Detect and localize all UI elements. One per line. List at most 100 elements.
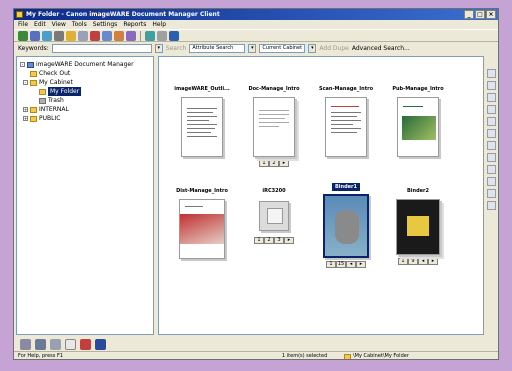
document-thumbnail[interactable]	[181, 97, 223, 157]
folder-tree: - imageWARE Document Manager Check Out -…	[16, 56, 154, 335]
document-thumbnail[interactable]	[396, 199, 440, 255]
page-navigator: 1 2 3 ▸	[239, 237, 309, 244]
annotation-app-icon[interactable]	[50, 338, 61, 350]
import-icon[interactable]	[42, 30, 52, 41]
document-item[interactable]: Binder2 1 9 ◂ ▸	[383, 187, 453, 265]
view-list-icon[interactable]	[157, 30, 167, 41]
search-button[interactable]: Search	[166, 45, 187, 52]
collapse-toggle[interactable]: -	[20, 62, 25, 67]
printer-app-icon[interactable]	[35, 338, 46, 350]
document-app-icon[interactable]	[65, 338, 76, 350]
tree-node-public[interactable]: + PUBLIC	[20, 114, 150, 123]
menu-edit[interactable]: Edit	[34, 20, 46, 29]
cabinet-icon	[30, 115, 37, 122]
tool-paste-icon[interactable]	[487, 105, 496, 114]
close-button[interactable]: ×	[486, 10, 496, 19]
search-type-select[interactable]: Attribute Search	[189, 44, 246, 53]
advanced-search-button[interactable]: Advanced Search...	[352, 45, 410, 52]
acrobat-app-icon[interactable]	[80, 338, 91, 350]
page-current[interactable]: 1	[259, 160, 269, 167]
menu-tools[interactable]: Tools	[72, 20, 87, 29]
page-total: 9	[408, 258, 418, 265]
page-current[interactable]: 1	[254, 237, 264, 244]
document-thumbnail[interactable]	[259, 201, 289, 231]
tool-export-icon[interactable]	[487, 153, 496, 162]
binder-icon[interactable]	[114, 30, 124, 41]
thumbnail-view-icon[interactable]	[169, 30, 179, 41]
tool-zoom-icon[interactable]	[487, 81, 496, 90]
search-type-dropdown-arrow[interactable]: ▾	[248, 44, 257, 53]
document-thumbnail[interactable]	[179, 199, 225, 259]
document-thumbnail[interactable]	[323, 194, 369, 258]
scope-dropdown-arrow[interactable]: ▾	[308, 44, 317, 53]
document-item[interactable]: imageWARE_Outli...	[167, 85, 237, 157]
document-item-selected[interactable]: Binder1 1 15 ◂ ▸	[311, 183, 381, 268]
properties-icon[interactable]	[78, 30, 88, 41]
refresh-icon[interactable]	[145, 30, 155, 41]
open-folder-icon[interactable]	[66, 30, 76, 41]
tool-email-icon[interactable]	[487, 165, 496, 174]
tree-node-my-cabinet[interactable]: - My Cabinet	[20, 78, 150, 87]
keywords-label: Keywords:	[18, 45, 49, 52]
page-current[interactable]: 1	[326, 261, 336, 268]
scope-select[interactable]: Current Cabinet	[259, 44, 306, 53]
tool-copy-icon[interactable]	[487, 93, 496, 102]
tool-rotate-icon[interactable]	[487, 69, 496, 78]
status-bar: For Help, press F1 1 item(s) selected \M…	[14, 351, 498, 359]
add-button[interactable]: Add Dupe	[319, 45, 348, 52]
cabinet-icon	[30, 106, 37, 113]
keywords-input[interactable]	[51, 44, 152, 53]
tree-node-internal[interactable]: + INTERNAL	[20, 105, 150, 114]
menu-bar: File Edit View Tools Settings Reports He…	[14, 20, 498, 29]
next-page-button[interactable]: ▸	[356, 261, 366, 268]
collapse-toggle[interactable]: -	[23, 80, 28, 85]
prev-page-button[interactable]: ◂	[346, 261, 356, 268]
tree-node-trash[interactable]: Trash	[20, 96, 150, 105]
delete-icon[interactable]	[90, 30, 100, 41]
document-item[interactable]: Dist-Manage_Intro	[167, 187, 237, 259]
annotate-icon[interactable]	[126, 30, 136, 41]
document-name: Scan-Manage_Intro	[318, 86, 374, 92]
print-icon[interactable]	[54, 30, 64, 41]
document-thumbnail[interactable]	[325, 97, 367, 157]
next-page-button[interactable]: ▸	[279, 160, 289, 167]
scanner-app-icon[interactable]	[20, 338, 31, 350]
document-name: imageWARE_Outli...	[174, 86, 230, 92]
expand-toggle[interactable]: +	[23, 116, 28, 121]
document-thumbnail[interactable]	[253, 97, 295, 157]
tool-split-icon[interactable]	[487, 129, 496, 138]
expand-toggle[interactable]: +	[23, 107, 28, 112]
checkout-icon[interactable]	[102, 30, 112, 41]
next-page-button[interactable]: ▸	[428, 258, 438, 265]
keywords-dropdown-arrow[interactable]: ▾	[154, 44, 163, 53]
tree-node-check-out[interactable]: Check Out	[20, 69, 150, 78]
menu-reports[interactable]: Reports	[123, 20, 146, 29]
tool-info-icon[interactable]	[487, 201, 496, 210]
tool-print-icon[interactable]	[487, 177, 496, 186]
menu-file[interactable]: File	[18, 20, 28, 29]
next-page-button[interactable]: ▸	[284, 237, 294, 244]
page-current[interactable]: 1	[398, 258, 408, 265]
tree-node-my-folder[interactable]: My Folder	[20, 87, 150, 96]
new-document-icon[interactable]	[18, 30, 28, 41]
tree-node-root[interactable]: - imageWARE Document Manager	[20, 60, 150, 69]
tool-merge-icon[interactable]	[487, 117, 496, 126]
tool-stamp-icon[interactable]	[487, 141, 496, 150]
menu-help[interactable]: Help	[152, 20, 166, 29]
document-item[interactable]: Scan-Manage_Intro	[311, 85, 381, 157]
document-item[interactable]: iRC3200 1 2 3 ▸	[239, 187, 309, 244]
folder-icon	[30, 70, 37, 77]
minimize-button[interactable]: _	[464, 10, 474, 19]
menu-view[interactable]: View	[52, 20, 66, 29]
scan-icon[interactable]	[30, 30, 40, 41]
maximize-button[interactable]: □	[475, 10, 485, 19]
document-name: iRC3200	[262, 188, 286, 194]
prev-page-button[interactable]: ◂	[418, 258, 428, 265]
menu-settings[interactable]: Settings	[93, 20, 118, 29]
app-icon	[16, 11, 23, 18]
document-item[interactable]: Pub-Manage_Intro	[383, 85, 453, 157]
word-app-icon[interactable]	[95, 338, 106, 350]
tool-settings-icon[interactable]	[487, 189, 496, 198]
document-item[interactable]: Doc-Manage_Intro 1 2 ▸	[239, 85, 309, 167]
document-thumbnail[interactable]	[397, 97, 439, 157]
